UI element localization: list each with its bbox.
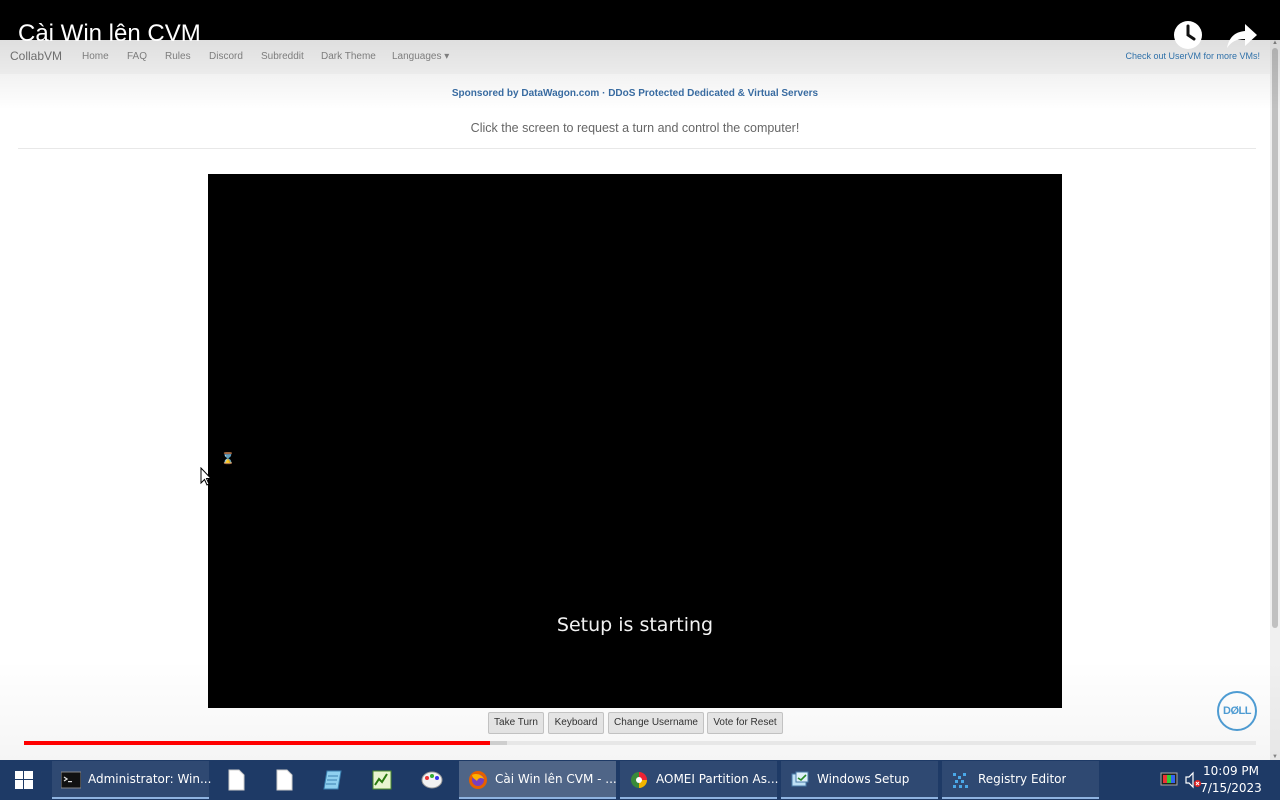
taskbar-clock-time[interactable]: 10:09 PM — [1200, 764, 1262, 778]
nav-rules[interactable]: Rules — [165, 51, 191, 62]
nav-discord[interactable]: Discord — [209, 51, 243, 62]
task-label: Registry Editor — [978, 772, 1067, 786]
cmd-icon — [61, 771, 81, 789]
vm-display[interactable]: ⌛ Setup is starting — [208, 174, 1062, 708]
page-scrollbar[interactable]: ▲ ▼ — [1270, 40, 1280, 760]
sponsor-banner[interactable]: Sponsored by DataWagon.com · DDoS Protec… — [0, 88, 1270, 99]
task-registry-editor[interactable]: Registry Editor — [942, 761, 1099, 799]
aomei-icon — [631, 772, 647, 788]
task-administrator-cmd[interactable]: Administrator: Win... — [52, 761, 212, 799]
taskmgr-icon[interactable] — [370, 768, 394, 792]
scroll-up-arrow-icon[interactable]: ▲ — [1272, 40, 1278, 46]
share-arrow-icon[interactable] — [1226, 22, 1258, 50]
keyboard-button[interactable]: Keyboard — [548, 712, 604, 734]
uservm-link[interactable]: Check out UserVM for more VMs! — [1125, 51, 1260, 61]
nav-dark-theme[interactable]: Dark Theme — [321, 51, 376, 62]
hourglass-icon: ⌛ — [221, 453, 235, 465]
task-label: Windows Setup — [817, 772, 910, 786]
task-label: AOMEI Partition As... — [656, 772, 779, 786]
regedit-icon — [953, 773, 968, 788]
mouse-pointer-icon — [200, 467, 212, 486]
task-label: Cài Win lên CVM - ... — [495, 772, 617, 786]
change-username-button[interactable]: Change Username — [608, 712, 704, 734]
task-label: Administrator: Win... — [88, 772, 212, 786]
collabvm-page: CollabVM Home FAQ Rules Discord Subreddi… — [0, 0, 1270, 760]
windows-taskbar: Administrator: Win... Cài Win lên CVM - … — [0, 760, 1280, 800]
firefox-icon — [469, 771, 487, 789]
cut-off-text: .. — [570, 752, 578, 760]
progress-played — [24, 741, 490, 745]
taskbar-clock-date[interactable]: 7/15/2023 — [1200, 781, 1262, 795]
display-color-icon[interactable] — [1160, 771, 1178, 789]
paint-icon[interactable] — [420, 768, 444, 792]
nav-languages[interactable]: Languages ▾ — [392, 51, 449, 62]
watch-later-clock-icon[interactable] — [1173, 20, 1203, 50]
turn-instruction: Click the screen to request a turn and c… — [470, 121, 800, 135]
scroll-thumb[interactable] — [1272, 48, 1278, 628]
task-firefox-video[interactable]: Cài Win lên CVM - ... — [459, 761, 617, 799]
task-windows-setup[interactable]: Windows Setup — [781, 761, 938, 799]
task-aomei[interactable]: AOMEI Partition As... — [620, 761, 779, 799]
dell-logo: DØLL — [1217, 691, 1257, 731]
setup-status-text: Setup is starting — [556, 614, 714, 636]
nav-subreddit[interactable]: Subreddit — [261, 51, 304, 62]
notepad-icon[interactable] — [321, 768, 345, 792]
divider — [18, 148, 1256, 149]
windows-start-icon[interactable] — [0, 760, 48, 800]
video-progress-bar[interactable] — [24, 741, 1256, 745]
vote-for-reset-button[interactable]: Vote for Reset — [707, 712, 783, 734]
nav-home[interactable]: Home — [82, 51, 109, 62]
nav-faq[interactable]: FAQ — [127, 51, 147, 62]
file-icon[interactable] — [272, 768, 296, 792]
brand-link[interactable]: CollabVM — [10, 49, 62, 63]
setup-icon — [791, 771, 809, 787]
video-title[interactable]: Cài Win lên CVM — [18, 20, 201, 48]
take-turn-button[interactable]: Take Turn — [488, 712, 544, 734]
file-icon[interactable] — [224, 768, 248, 792]
